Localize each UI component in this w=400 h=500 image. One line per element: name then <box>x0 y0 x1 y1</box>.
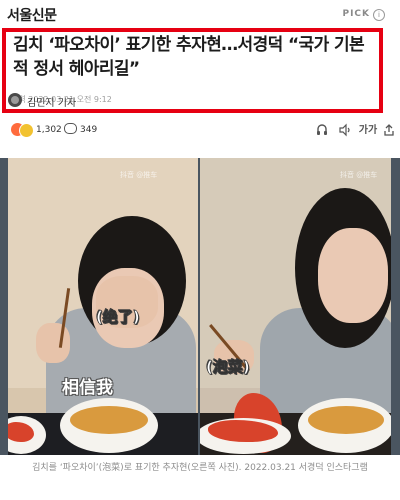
comment-icon[interactable] <box>64 123 77 134</box>
noodles <box>70 406 148 434</box>
photo-panel-left: (绝了) 相信我 抖音 @推车 <box>8 158 198 455</box>
video-watermark: 抖音 @推车 <box>120 171 158 179</box>
info-icon[interactable]: i <box>373 9 385 21</box>
article-actions: 1,302 349 가가 <box>0 120 400 144</box>
face-shape <box>318 228 388 323</box>
hand-shape <box>36 323 70 363</box>
subtitle-bubble-right: (泡菜) <box>206 358 250 377</box>
article-headline: 김치 ‘파오차이’ 표기한 추자현…서경덕 “국가 기본적 정서 헤아리길” <box>13 35 365 79</box>
listen-icon[interactable] <box>314 123 330 139</box>
author-avatar <box>8 93 22 107</box>
author-name[interactable]: 김민지 기자 <box>27 94 76 109</box>
subtitle-left: 相信我 <box>62 378 113 398</box>
publisher-logo[interactable]: 서울신문 <box>7 5 57 25</box>
photo-panel-right: (泡菜) 抖音 @推车 <box>200 158 391 455</box>
image-caption: 김치를 ‘파오차이’(泡菜)로 표기한 추자현(오른쪽 사진). 2022.03… <box>32 463 368 473</box>
font-size-icon[interactable]: 가가 <box>358 123 378 139</box>
comment-count[interactable]: 349 <box>80 125 97 135</box>
article-photo[interactable]: (绝了) 相信我 抖音 @推车 (泡菜) 抖音 @推车 <box>0 158 400 455</box>
volume-icon[interactable] <box>337 123 353 139</box>
top-bar: 서울신문 PICK i <box>0 0 400 26</box>
share-icon[interactable] <box>381 123 397 139</box>
subtitle-bubble-left: (绝了) <box>96 308 140 327</box>
reaction-sad-icon[interactable] <box>19 123 34 138</box>
pick-label[interactable]: PICK <box>342 9 370 19</box>
video-watermark: 抖音 @推车 <box>340 171 378 179</box>
reaction-count[interactable]: 1,302 <box>36 125 62 135</box>
noodles <box>308 406 384 434</box>
